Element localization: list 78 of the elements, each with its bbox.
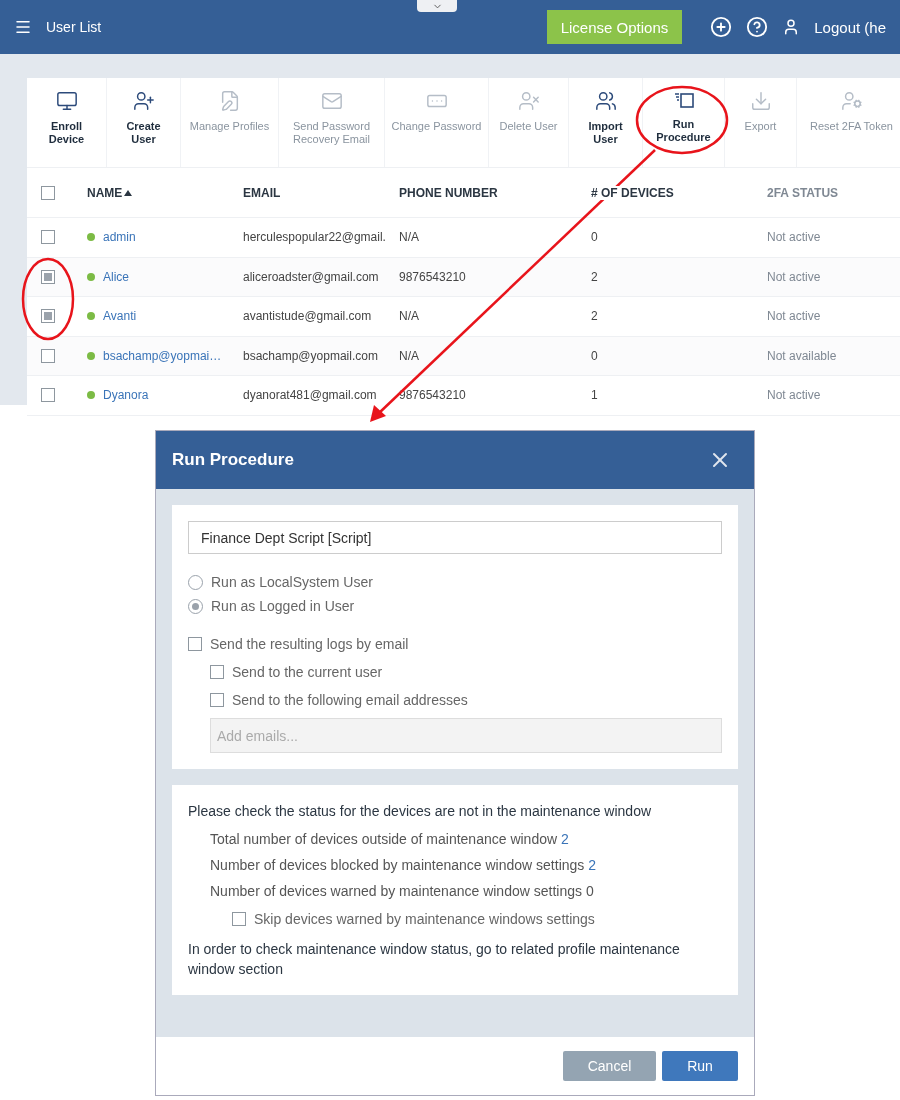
stat-value[interactable]: 2 xyxy=(561,831,569,847)
toolbar-icon xyxy=(594,90,617,112)
cancel-button[interactable]: Cancel xyxy=(563,1051,656,1081)
stat-value[interactable]: 2 xyxy=(588,857,597,873)
menu-icon[interactable] xyxy=(14,18,32,36)
stat-value: 0 xyxy=(586,883,594,899)
option-label: Run as Logged in User xyxy=(211,598,355,614)
status-dot xyxy=(87,391,95,400)
user-link[interactable]: Avanti xyxy=(103,309,137,324)
email-cell-text: avantistude@gmail.com xyxy=(243,309,373,324)
devices-cell-text: 0 xyxy=(591,230,599,245)
column-header[interactable]: 2FA STATUS xyxy=(767,185,841,200)
phone-cell-text: 9876543210 xyxy=(399,388,467,403)
status-dot xyxy=(87,233,95,242)
column-header[interactable]: NAME xyxy=(87,185,135,200)
row-checkbox[interactable] xyxy=(41,309,55,324)
twofa-cell-text: Not active xyxy=(767,388,822,403)
toolbar-icon xyxy=(320,90,343,112)
phone-cell-text: N/A xyxy=(399,309,420,324)
checkbox[interactable] xyxy=(188,637,202,651)
row-checkbox[interactable] xyxy=(41,388,55,403)
toolbar-icon xyxy=(840,90,863,112)
stat-label: Number of devices blocked by maintenance window settings xyxy=(210,857,585,873)
twofa-cell-text: Not active xyxy=(767,230,822,245)
twofa-cell-text: Not available xyxy=(767,348,838,363)
email-cell-text: dyanorat481@gmail.com xyxy=(243,388,378,403)
devices-cell-text: 0 xyxy=(591,348,599,363)
email-cell-text: bsachamp@yopmail.com xyxy=(243,348,379,363)
row-checkbox[interactable] xyxy=(41,230,55,245)
collapse-tab[interactable] xyxy=(417,0,457,12)
checkbox[interactable] xyxy=(210,665,224,679)
column-header[interactable]: PHONE NUMBER xyxy=(399,185,500,200)
page-title: User List xyxy=(46,19,102,35)
toolbar-icon xyxy=(517,90,540,112)
user-link[interactable]: Alice xyxy=(103,269,129,284)
twofa-cell-text: Not active xyxy=(767,269,822,284)
option-label: Skip devices warned by maintenance windows settings xyxy=(254,911,595,927)
status-dot xyxy=(87,272,95,281)
toolbar-icon xyxy=(132,90,155,112)
dialog-title: Run Procedure xyxy=(172,450,294,470)
logout-link[interactable]: Logout (he xyxy=(814,18,886,36)
devices-cell-text: 2 xyxy=(591,269,599,284)
checkbox[interactable] xyxy=(232,912,246,926)
stat-label: Total number of devices outside of maintenance window xyxy=(210,831,558,847)
checkbox[interactable] xyxy=(210,693,224,707)
toolbar-icon xyxy=(55,90,78,112)
row-checkbox[interactable] xyxy=(41,348,55,363)
column-header[interactable]: EMAIL xyxy=(243,185,283,200)
run-button[interactable]: Run xyxy=(662,1051,738,1081)
toolbar-icon xyxy=(749,90,772,112)
column-header[interactable]: # OF DEVICES xyxy=(591,185,676,200)
devices-cell-text: 2 xyxy=(591,309,599,324)
user-link[interactable]: Dyanora xyxy=(103,388,149,403)
phone-cell-text: N/A xyxy=(399,348,420,363)
option-label: Send to the following email addresses xyxy=(232,692,468,708)
user-link[interactable]: bsachamp@yopmai… xyxy=(103,348,222,363)
maintenance-note: In order to check maintenance window status, go to related profile maintenance window section xyxy=(188,940,681,979)
status-dot xyxy=(87,312,95,321)
devices-cell-text: 1 xyxy=(591,388,599,403)
emails-field[interactable]: Add emails... xyxy=(210,718,722,753)
twofa-cell-text: Not active xyxy=(767,309,822,324)
procedure-icon xyxy=(672,90,695,110)
maintenance-intro: Please check the status for the devices are not in the maintenance window xyxy=(188,802,653,821)
option-label: Send the resulting logs by email xyxy=(210,636,409,652)
user-link[interactable]: admin xyxy=(103,230,136,245)
phone-cell-text: 9876543210 xyxy=(399,269,467,284)
option-label: Run as LocalSystem User xyxy=(211,574,373,590)
row-checkbox[interactable] xyxy=(41,269,55,284)
option-label: Send to the current user xyxy=(232,664,383,680)
select-all-checkbox[interactable] xyxy=(41,185,55,200)
sort-ascending-icon xyxy=(124,189,133,196)
phone-cell-text: N/A xyxy=(399,230,420,245)
procedure-field[interactable]: Finance Dept Script [Script] xyxy=(188,521,722,554)
email-cell-text: herculespopular22@gmail. xyxy=(243,230,387,245)
status-dot xyxy=(87,351,95,360)
help-icon[interactable] xyxy=(746,16,769,38)
stat-label: Number of devices warned by maintenance window settings xyxy=(210,883,582,899)
email-cell-text: aliceroadster@gmail.com xyxy=(243,269,380,284)
